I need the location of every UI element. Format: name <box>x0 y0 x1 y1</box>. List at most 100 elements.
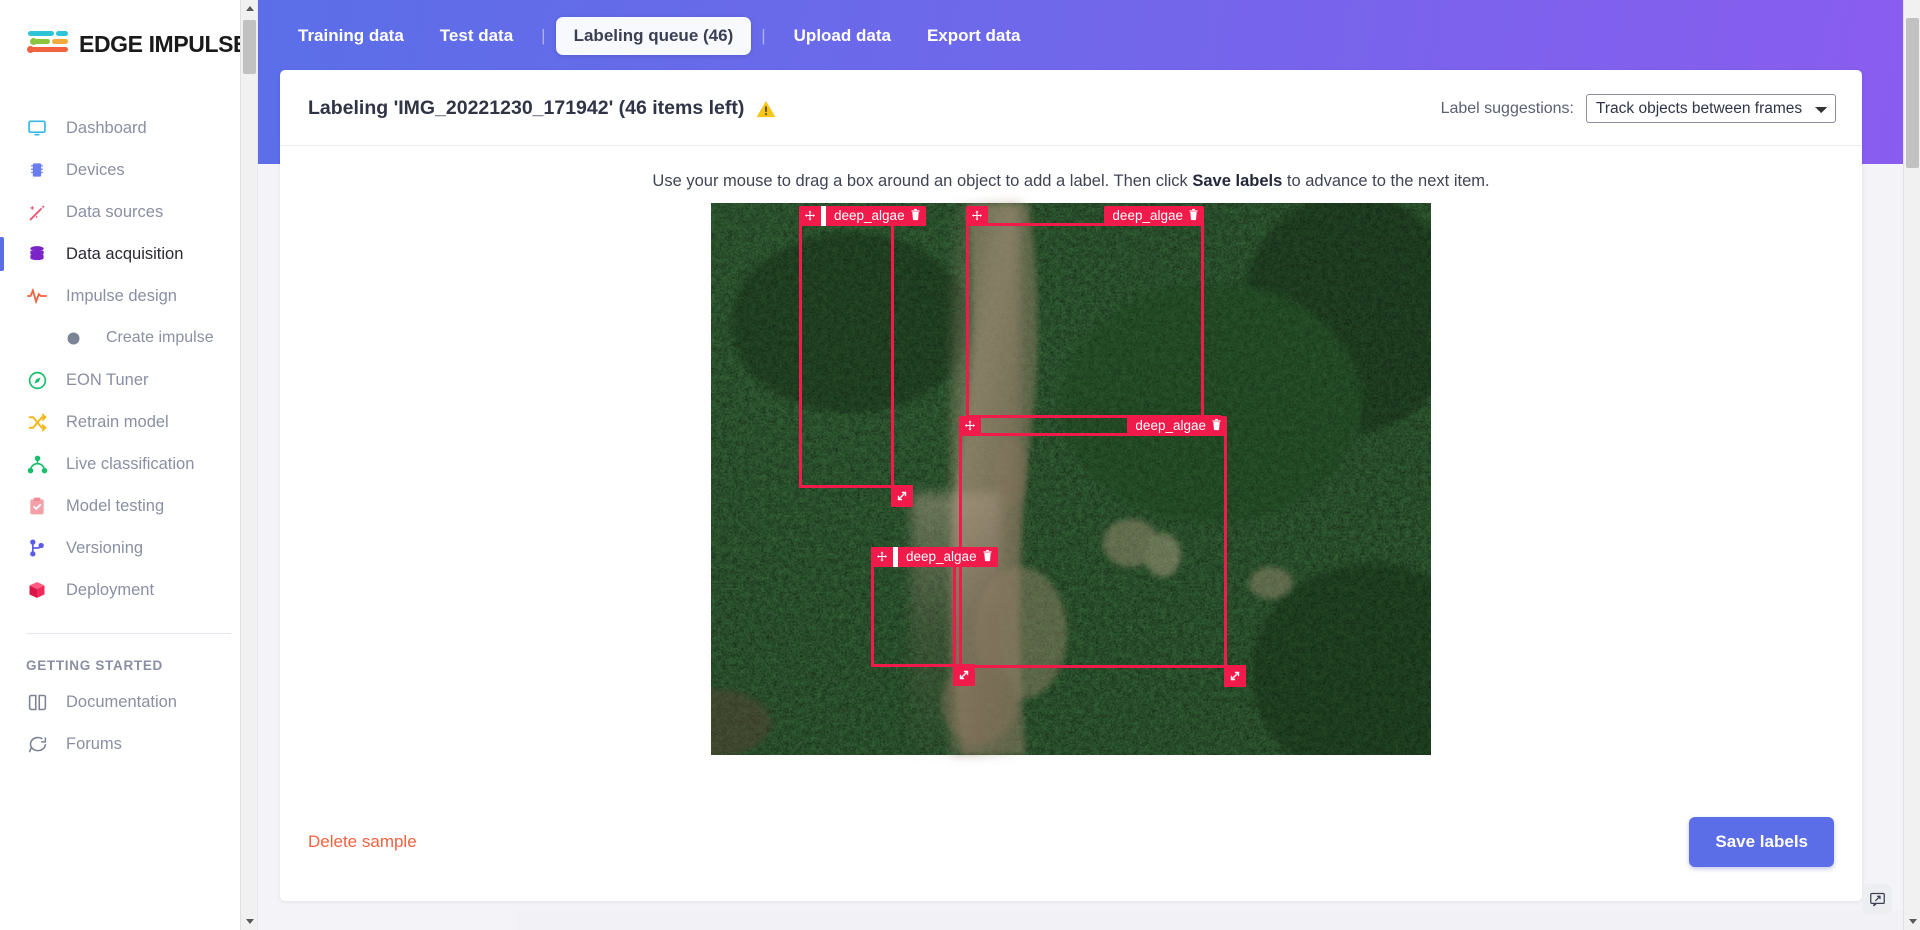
sidebar-item-label: Create impulse <box>106 329 214 346</box>
scroll-down-arrow-icon[interactable] <box>1904 913 1920 930</box>
network-icon <box>26 453 48 475</box>
bbox-label-text: deep_algae <box>834 208 905 223</box>
bbox-move-chip <box>966 206 988 226</box>
sidebar-item-label: Forums <box>66 734 122 753</box>
dot-icon <box>62 327 84 349</box>
book-icon <box>26 691 48 713</box>
resize-handle-icon[interactable] <box>891 485 913 507</box>
chat-icon <box>26 733 48 755</box>
sidebar-item-label: Data acquisition <box>66 244 184 263</box>
page-scrollbar[interactable] <box>1903 0 1920 930</box>
sidebar-item-label: Live classification <box>66 454 195 473</box>
sidebar: EDGE IMPULSE Dashboard Devices Data sour… <box>0 0 258 930</box>
page-title: Labeling 'IMG_20221230_171942' (46 items… <box>308 97 777 120</box>
image-canvas-wrapper: deep_algae deep_algae deep_algae deep_al… <box>280 203 1862 783</box>
move-icon[interactable] <box>966 206 988 226</box>
label-suggestions-select[interactable]: Track objects between frames Classify ob… <box>1586 94 1836 123</box>
bbox-label-chip: deep_algae <box>799 206 926 226</box>
shuffle-icon <box>26 411 48 433</box>
sidebar-item-label: Data sources <box>66 202 164 221</box>
brand-logo[interactable]: EDGE IMPULSE <box>0 0 257 59</box>
sidebar-item-label: EON Tuner <box>66 370 149 389</box>
bbox-label-chip: deep_algae <box>1127 416 1227 436</box>
main-content: Training data Test data | Labeling queue… <box>258 0 1920 930</box>
brand-name: EDGE IMPULSE <box>79 30 249 57</box>
trash-icon[interactable] <box>1188 208 1199 224</box>
move-icon[interactable] <box>799 206 821 226</box>
sidebar-item-label: Dashboard <box>66 118 147 137</box>
labeling-card: Labeling 'IMG_20221230_171942' (46 items… <box>280 70 1862 901</box>
scroll-down-arrow-icon[interactable] <box>241 913 257 930</box>
sidebar-item-create-impulse[interactable]: Create impulse <box>0 317 257 359</box>
instruction-part2: to advance to the next item. <box>1282 172 1490 190</box>
label-suggestions-group: Label suggestions: Track objects between… <box>1441 94 1836 123</box>
sidebar-item-documentation[interactable]: Documentation <box>0 681 257 723</box>
sidebar-item-label: Versioning <box>66 538 144 557</box>
compass-icon <box>26 369 48 391</box>
monitor-icon <box>26 117 48 139</box>
sidebar-item-live-classification[interactable]: Live classification <box>0 443 257 485</box>
sidebar-item-impulse-design[interactable]: Impulse design <box>0 275 257 317</box>
tab-separator: | <box>761 26 766 45</box>
sidebar-item-label: Retrain model <box>66 412 169 431</box>
bbox-label-text: deep_algae <box>1135 418 1206 433</box>
scroll-up-arrow-icon[interactable] <box>241 0 257 17</box>
bounding-box[interactable]: deep_algae <box>966 206 1221 435</box>
sidebar-divider <box>26 633 231 634</box>
instruction-part1: Use your mouse to drag a box around an o… <box>652 172 1193 190</box>
card-footer: Delete sample Save labels <box>280 783 1862 901</box>
feedback-widget-button[interactable] <box>1862 884 1892 914</box>
sidebar-nav: Dashboard Devices Data sources Data acqu… <box>0 107 257 611</box>
save-labels-button[interactable]: Save labels <box>1689 817 1834 867</box>
sidebar-item-label: Deployment <box>66 580 155 599</box>
bbox-label-chip: deep_algae <box>871 547 998 567</box>
instruction-text: Use your mouse to drag a box around an o… <box>280 146 1862 203</box>
page-scrollbar-thumb[interactable] <box>1906 18 1919 168</box>
resize-handle-icon[interactable] <box>1224 665 1246 687</box>
sidebar-item-model-testing[interactable]: Model testing <box>0 485 257 527</box>
bbox-move-chip <box>959 416 981 436</box>
pulse-icon <box>26 285 48 307</box>
bbox-label-chip: deep_algae <box>1104 206 1204 226</box>
sidebar-item-eon-tuner[interactable]: EON Tuner <box>0 359 257 401</box>
bounding-box[interactable]: deep_algae <box>871 547 998 686</box>
sidebar-item-data-sources[interactable]: Data sources <box>0 191 257 233</box>
sidebar-section-title: GETTING STARTED <box>26 658 163 673</box>
bounding-box[interactable]: deep_algae <box>799 206 926 507</box>
box-icon <box>26 579 48 601</box>
tab-bar: Training data Test data | Labeling queue… <box>258 0 1920 58</box>
tab-export-data[interactable]: Export data <box>909 17 1039 55</box>
trash-icon[interactable] <box>982 549 993 565</box>
sidebar-item-label: Model testing <box>66 496 165 515</box>
move-icon[interactable] <box>959 416 981 436</box>
tab-upload-data[interactable]: Upload data <box>776 17 909 55</box>
database-icon <box>26 243 48 265</box>
move-icon[interactable] <box>871 547 893 567</box>
tab-test-data[interactable]: Test data <box>422 17 531 55</box>
trash-icon[interactable] <box>910 208 921 224</box>
sidebar-scrollbar[interactable] <box>240 0 257 930</box>
clipboard-check-icon <box>26 495 48 517</box>
sidebar-item-data-acquisition[interactable]: Data acquisition <box>0 233 257 275</box>
sidebar-item-dashboard[interactable]: Dashboard <box>0 107 257 149</box>
instruction-emphasis: Save labels <box>1192 172 1283 190</box>
sidebar-item-retrain-model[interactable]: Retrain model <box>0 401 257 443</box>
delete-sample-button[interactable]: Delete sample <box>308 832 417 852</box>
wand-icon <box>26 201 48 223</box>
tab-labeling-queue[interactable]: Labeling queue (46) <box>555 17 752 55</box>
trash-icon[interactable] <box>1211 418 1222 434</box>
labeling-canvas[interactable]: deep_algae deep_algae deep_algae deep_al… <box>711 203 1431 755</box>
sidebar-item-devices[interactable]: Devices <box>0 149 257 191</box>
app-root: EDGE IMPULSE Dashboard Devices Data sour… <box>0 0 1920 930</box>
label-suggestions-label: Label suggestions: <box>1440 99 1574 117</box>
bbox-label-text: deep_algae <box>906 549 977 564</box>
sidebar-scrollbar-thumb[interactable] <box>243 20 256 74</box>
tab-training-data[interactable]: Training data <box>280 17 422 55</box>
bbox-label-text: deep_algae <box>1112 208 1183 223</box>
chip-icon <box>26 159 48 181</box>
sidebar-item-forums[interactable]: Forums <box>0 723 257 765</box>
resize-handle-icon[interactable] <box>953 664 975 686</box>
bounding-box[interactable]: deep_algae <box>959 416 1246 687</box>
sidebar-item-versioning[interactable]: Versioning <box>0 527 257 569</box>
sidebar-item-deployment[interactable]: Deployment <box>0 569 257 611</box>
